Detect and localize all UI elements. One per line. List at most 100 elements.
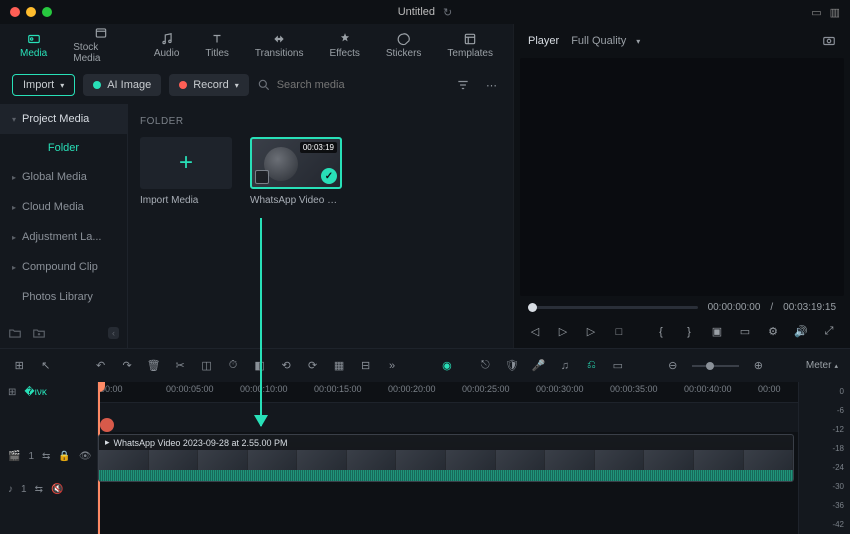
scrubber-handle-icon[interactable]: [528, 303, 537, 312]
search-input[interactable]: [277, 79, 444, 91]
tab-templates[interactable]: Templates: [435, 30, 505, 61]
track-node-icon[interactable]: [100, 418, 114, 432]
delete-icon[interactable]: 🗑: [146, 359, 161, 372]
loop-icon[interactable]: ⟳: [305, 359, 320, 372]
track-toggle-icon[interactable]: ⇆: [35, 484, 43, 495]
timeline-options-icon[interactable]: ⊞: [8, 387, 16, 398]
lock-icon[interactable]: 🔒: [58, 451, 70, 462]
shield-icon[interactable]: 🛡: [505, 359, 520, 372]
pointer-tool-icon[interactable]: ↖: [39, 359, 54, 372]
zoom-in-icon[interactable]: ⊕: [751, 359, 766, 372]
sidebar-item-adjustment-layer[interactable]: ▸Adjustment La...: [0, 222, 127, 252]
mic-icon[interactable]: 🎤: [531, 359, 546, 372]
import-button[interactable]: Import ▾: [12, 74, 75, 96]
tab-transitions[interactable]: Transitions: [243, 30, 316, 61]
prev-frame-icon[interactable]: ◁: [528, 325, 542, 338]
clip-select-checkbox[interactable]: [255, 170, 269, 184]
audio-track[interactable]: [98, 482, 798, 500]
timeline-clip[interactable]: ▸ WhatsApp Video 2023-09-28 at 2.55.00 P…: [98, 434, 794, 482]
player-scrubber[interactable]: [528, 306, 698, 309]
group-icon[interactable]: ⊟: [358, 359, 373, 372]
sidebar-item-photos-library[interactable]: Photos Library: [0, 282, 127, 312]
link-icon[interactable]: �ινκ: [24, 387, 46, 398]
ruler-mark: 00:00: [758, 384, 781, 394]
layout-icon[interactable]: ▭: [811, 6, 821, 19]
cloud-sync-icon[interactable]: ↻: [443, 6, 452, 19]
zoom-out-icon[interactable]: ⊖: [665, 359, 680, 372]
split-icon[interactable]: ✂: [173, 359, 188, 372]
sidebar-header-project-media[interactable]: ▾ Project Media: [0, 104, 127, 134]
tab-effects[interactable]: Effects: [317, 30, 371, 61]
sidebar-item-cloud-media[interactable]: ▸Cloud Media: [0, 192, 127, 222]
new-bin-icon[interactable]: [32, 326, 46, 340]
tab-media[interactable]: Media: [8, 30, 59, 61]
video-track-header[interactable]: 🎬 1 ⇆ 🔒 👁: [0, 432, 97, 480]
marker-icon[interactable]: ⎋: [478, 359, 493, 372]
ai-image-button[interactable]: AI Image: [83, 74, 161, 96]
time-ruler[interactable]: 00:00 00:00:05:00 00:00:10:00 00:00:15:0…: [98, 382, 798, 402]
more-tools-icon[interactable]: »: [385, 360, 400, 372]
redo-icon[interactable]: ↷: [120, 359, 135, 372]
visibility-icon[interactable]: 👁: [79, 451, 92, 462]
maximize-window-icon[interactable]: [42, 7, 52, 17]
volume-icon[interactable]: 🔊: [794, 325, 808, 338]
meter-scale: -36: [799, 496, 850, 515]
empty-track[interactable]: [98, 402, 798, 432]
color-icon[interactable]: ◧: [252, 359, 267, 372]
fullscreen-icon[interactable]: ⤢: [822, 325, 836, 338]
meter-toggle[interactable]: Meter ▴: [806, 360, 838, 371]
crop-tool-icon[interactable]: ◫: [199, 359, 214, 372]
media-clip-card[interactable]: 00:03:19 ✓ WhatsApp Video 202...: [250, 137, 342, 206]
folder-label[interactable]: Folder: [0, 134, 127, 162]
stop-icon[interactable]: □: [612, 326, 626, 338]
play-icon[interactable]: ▷: [556, 325, 570, 338]
tab-stickers[interactable]: Stickers: [374, 30, 434, 61]
quality-dropdown[interactable]: Full Quality ▾: [571, 35, 640, 47]
zoom-slider[interactable]: [692, 365, 739, 367]
display-icon[interactable]: ▭: [738, 325, 752, 338]
sidebar-item-label: Cloud Media: [22, 201, 84, 213]
speed-icon[interactable]: ⏱: [226, 359, 241, 372]
player-viewport[interactable]: [520, 58, 844, 296]
snapshot-icon[interactable]: [822, 34, 836, 48]
rotate-icon[interactable]: ⟲: [279, 359, 294, 372]
mixer-icon[interactable]: ⎌: [584, 359, 599, 372]
render-icon[interactable]: ▭: [611, 359, 626, 372]
close-window-icon[interactable]: [10, 7, 20, 17]
adjust-icon[interactable]: ▦: [332, 359, 347, 372]
stock-media-icon: [92, 26, 110, 40]
mark-in-icon[interactable]: {: [654, 326, 668, 338]
minimize-window-icon[interactable]: [26, 7, 36, 17]
video-track[interactable]: ▸ WhatsApp Video 2023-09-28 at 2.55.00 P…: [98, 434, 798, 482]
track-options-icon[interactable]: ⊞: [12, 359, 27, 372]
track-toggle-icon[interactable]: ⇆: [42, 451, 50, 462]
play-forward-icon[interactable]: ▷: [584, 325, 598, 338]
tab-stock-media[interactable]: Stock Media: [61, 24, 140, 66]
sidebar-item-global-media[interactable]: ▸Global Media: [0, 162, 127, 192]
timeline-tracks[interactable]: 00:00 00:00:05:00 00:00:10:00 00:00:15:0…: [98, 382, 798, 534]
crop-icon[interactable]: ▣: [710, 325, 724, 338]
sidebar-item-compound-clip[interactable]: ▸Compound Clip: [0, 252, 127, 282]
quality-label: Full Quality: [571, 35, 626, 47]
audio-track-header[interactable]: ♪ 1 ⇆ 🔇: [0, 480, 97, 498]
ruler-mark: 00:00:40:00: [684, 384, 732, 394]
undo-icon[interactable]: ↶: [93, 359, 108, 372]
new-folder-icon[interactable]: [8, 326, 22, 340]
layout-alt-icon[interactable]: ▥: [830, 6, 840, 19]
mark-out-icon[interactable]: }: [682, 326, 696, 338]
tab-titles[interactable]: Titles: [193, 30, 241, 61]
collapse-sidebar-icon[interactable]: ‹: [108, 327, 119, 339]
import-media-card[interactable]: + Import Media: [140, 137, 232, 206]
timeline-toolbar: ⊞ ↖ ↶ ↷ 🗑 ✂ ◫ ⏱ ◧ ⟲ ⟳ ▦ ⊟ » ◉ ⎋ 🛡 🎤 ♫ ⎌ …: [0, 348, 850, 382]
audio-track-number: 1: [21, 484, 27, 495]
filter-icon[interactable]: [452, 76, 474, 94]
tab-audio[interactable]: Audio: [142, 30, 192, 61]
more-icon[interactable]: ⋯: [482, 77, 501, 94]
music-icon[interactable]: ♫: [558, 360, 573, 372]
meter-scale: -24: [799, 458, 850, 477]
record-button[interactable]: Record ▾: [169, 74, 248, 96]
search-field[interactable]: [257, 78, 444, 92]
settings-icon[interactable]: ⚙: [766, 325, 780, 338]
mute-icon[interactable]: 🔇: [51, 484, 63, 495]
ai-tool-icon[interactable]: ◉: [440, 359, 455, 372]
